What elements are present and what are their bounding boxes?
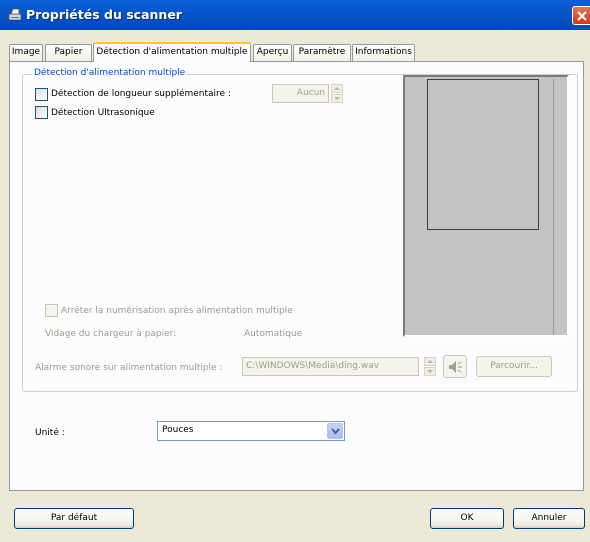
scanner-icon xyxy=(8,8,22,22)
title-bar[interactable]: Propriétés du scanner xyxy=(0,0,590,30)
tab-preview[interactable]: Aperçu xyxy=(253,44,292,61)
extra-length-input[interactable]: Aucun xyxy=(272,84,329,103)
default-button[interactable]: Par défaut xyxy=(14,508,134,529)
chevron-up-icon xyxy=(334,87,340,90)
tab-paper[interactable]: Papier xyxy=(45,44,92,61)
extra-length-label: Détection de longueur supplémentaire : xyxy=(51,89,231,99)
close-button[interactable] xyxy=(572,6,590,25)
chevron-down-icon xyxy=(427,370,433,373)
alarm-spinner[interactable] xyxy=(424,357,436,376)
browse-button[interactable]: Parcourir... xyxy=(476,356,552,377)
close-icon xyxy=(577,11,587,21)
tab-multifeed-detection[interactable]: Détection d'alimentation multiple xyxy=(93,42,251,62)
chevron-down-icon xyxy=(334,97,340,100)
feeder-empty-label: Vidage du chargeur à papier: xyxy=(45,329,177,339)
cancel-button[interactable]: Annuler xyxy=(513,508,585,529)
window-title: Propriétés du scanner xyxy=(26,7,182,22)
scanner-properties-window: Propriétés du scanner Image Papier Détec… xyxy=(0,0,590,542)
tab-information[interactable]: Informations xyxy=(352,44,415,61)
chevron-up-icon xyxy=(427,360,433,363)
alarm-spin-down-button[interactable] xyxy=(424,367,436,376)
alarm-sound-path-field[interactable]: C:\WINDOWS\Media\ding.wav xyxy=(242,357,419,376)
extra-length-spinner[interactable] xyxy=(331,84,343,103)
speaker-icon xyxy=(449,361,462,373)
ultrasonic-label: Détection Ultrasonique xyxy=(51,108,155,118)
stop-scan-checkbox[interactable] xyxy=(45,304,58,317)
tab-settings[interactable]: Paramètre xyxy=(293,44,351,61)
preview-page-outline xyxy=(427,79,539,230)
group-title: Détection d'alimentation multiple xyxy=(32,67,188,79)
unit-select[interactable]: Pouces xyxy=(157,421,345,441)
preview-rule xyxy=(553,79,554,335)
unit-dropdown-button[interactable] xyxy=(327,423,343,439)
spin-down-button[interactable] xyxy=(331,94,343,103)
feeder-empty-value: Automatique xyxy=(244,329,303,339)
alarm-label: Alarme sonore sur alimentation multiple … xyxy=(35,363,223,373)
stop-scan-label: Arrêter la numérisation après alimentati… xyxy=(61,306,293,316)
alarm-spin-up-button[interactable] xyxy=(424,357,436,366)
play-sound-button[interactable] xyxy=(443,355,467,378)
unit-label: Unité : xyxy=(35,428,65,438)
chevron-down-icon xyxy=(331,428,340,435)
spin-up-button[interactable] xyxy=(331,84,343,93)
unit-select-value: Pouces xyxy=(162,425,194,435)
extra-length-checkbox[interactable] xyxy=(35,88,48,101)
ok-button[interactable]: OK xyxy=(430,508,504,529)
ultrasonic-checkbox[interactable] xyxy=(35,106,48,119)
tab-image[interactable]: Image xyxy=(9,44,43,61)
